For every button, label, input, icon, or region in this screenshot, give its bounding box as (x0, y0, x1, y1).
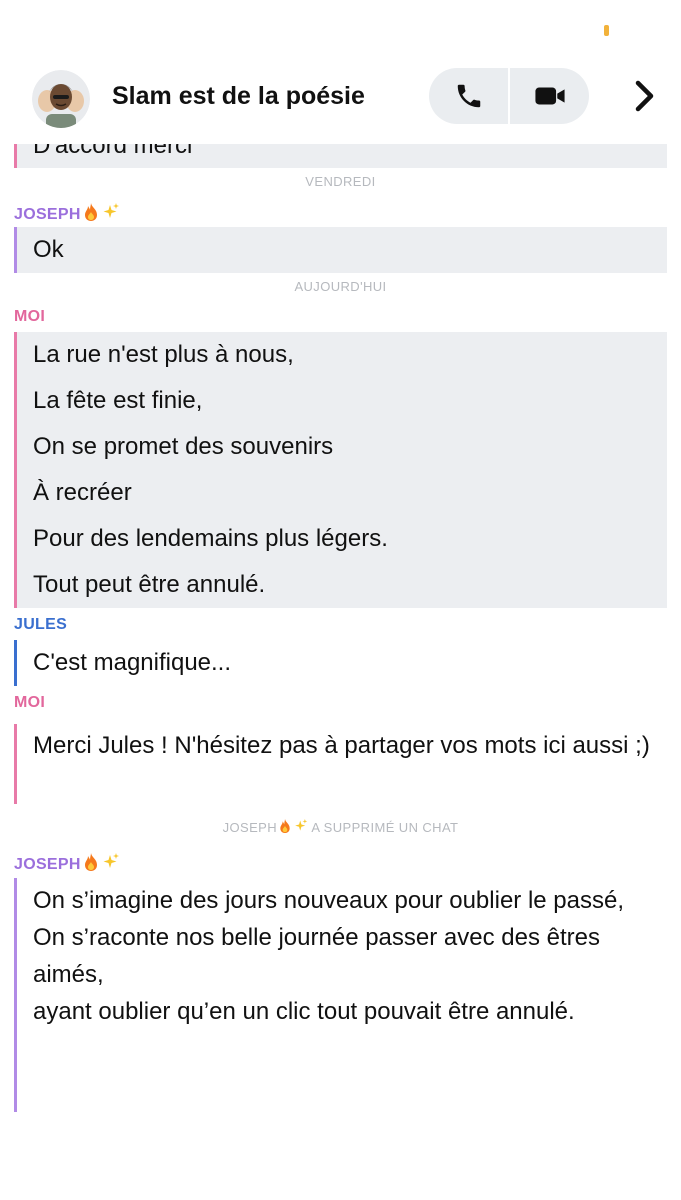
voice-call-button[interactable] (429, 68, 508, 124)
sparkles-emoji-icon (103, 203, 119, 218)
fire-emoji-icon (84, 203, 97, 221)
message-bubble[interactable]: Ok (14, 227, 667, 273)
sender-label-moi: MOI (14, 308, 46, 325)
poem-line: La fête est finie, (33, 387, 203, 414)
day-separator: AUJOURD'HUI (294, 279, 387, 294)
sender-label-jules: JULES (14, 616, 68, 633)
message-bubble[interactable]: Merci Jules ! N'hésitez pas à partager v… (14, 724, 667, 804)
poem-line: À recréer (33, 479, 132, 506)
sender-label-joseph: JOSEPH (14, 852, 120, 874)
sender-label-moi: MOI (14, 694, 46, 711)
poem-line: On s’raconte nos belle journée passer av… (33, 924, 600, 988)
message-list[interactable]: D'accord merci VENDREDI JOSEPH Ok AUJOUR… (0, 144, 681, 1200)
poem-line: Pour des lendemains plus légers. (33, 525, 388, 552)
poem-line: On s’imagine des jours nouveaux pour oub… (33, 887, 625, 914)
chat-title[interactable]: Slam est de la poésie (112, 82, 365, 111)
message-bubble[interactable]: C'est magnifique... (14, 640, 667, 686)
fire-emoji-icon (280, 819, 290, 833)
sparkles-emoji-icon (103, 853, 119, 868)
video-call-button[interactable] (510, 68, 589, 124)
partial-message: D'accord merci (14, 144, 667, 168)
poem-line: ayant oublier qu’en un clic tout pouvait… (33, 998, 575, 1025)
video-camera-icon (534, 87, 565, 105)
call-button-group (429, 68, 589, 124)
poem-line: La rue n'est plus à nous, (33, 341, 294, 368)
chat-header: Slam est de la poésie (0, 60, 681, 144)
sender-label-joseph: JOSEPH (14, 202, 120, 224)
next-button[interactable] (626, 74, 662, 118)
message-bubble[interactable]: On s’imagine des jours nouveaux pour oub… (14, 878, 667, 1112)
recording-indicator (604, 25, 609, 36)
sparkles-emoji-icon (295, 819, 308, 831)
group-avatar[interactable] (32, 70, 90, 128)
status-bar (0, 0, 681, 60)
poem-line: On se promet des souvenirs (33, 433, 334, 460)
poem-line: Tout peut être annulé. (33, 571, 266, 598)
fire-emoji-icon (84, 853, 97, 871)
deleted-chat-notice: JOSEPH A SUPPRIMÉ UN CHAT (222, 819, 459, 835)
chevron-right-icon (635, 80, 654, 112)
message-bubble[interactable]: La rue n'est plus à nous, La fête est fi… (14, 332, 667, 608)
phone-icon (457, 84, 480, 108)
day-separator: VENDREDI (305, 174, 376, 189)
